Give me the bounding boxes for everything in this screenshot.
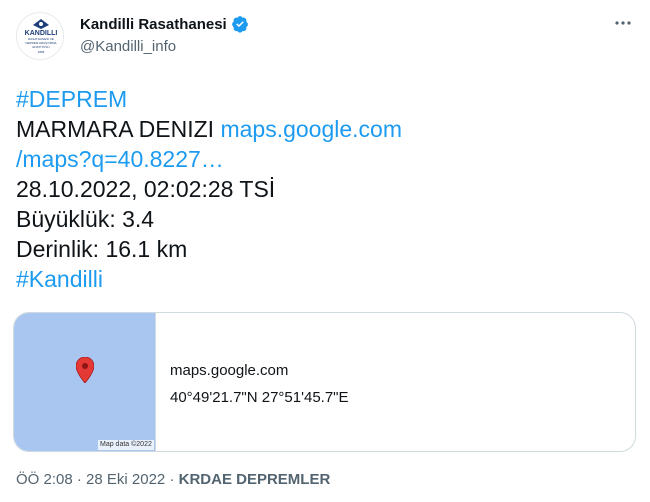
tweet-date[interactable]: 28 Eki 2022 <box>86 471 165 488</box>
map-pin-icon <box>76 357 94 383</box>
datetime-text: 28.10.2022, 02:02:28 TSİ <box>16 176 276 202</box>
user-handle[interactable]: @Kandilli_info <box>80 38 176 55</box>
more-options-icon[interactable] <box>612 12 634 34</box>
kandilli-logo-icon: KANDILLI RASATHANESI VE DEPREM ARAŞTIRMA… <box>17 13 63 59</box>
svg-text:1868: 1868 <box>38 50 45 54</box>
hashtag-kandilli[interactable]: #Kandilli <box>16 266 103 292</box>
avatar[interactable]: KANDILLI RASATHANESI VE DEPREM ARAŞTIRMA… <box>16 12 64 60</box>
location-text: MARMARA DENIZI <box>16 116 215 142</box>
tweet-source[interactable]: KRDAE DEPREMLER <box>179 471 331 488</box>
magnitude-text: Büyüklük: 3.4 <box>16 206 155 232</box>
map-thumbnail[interactable]: Map data ©2022 <box>14 313 156 451</box>
card-domain: maps.google.com <box>170 362 289 379</box>
display-name[interactable]: Kandilli Rasathanesi <box>80 16 227 33</box>
card-text: maps.google.com 40°49'21.7"N 27°51'45.7"… <box>170 361 349 408</box>
tweet-meta: ÖÖ 2:08 · 28 Eki 2022 · KRDAE DEPREMLER <box>16 471 331 488</box>
tweet: KANDILLI RASATHANESI VE DEPREM ARAŞTIRMA… <box>0 0 650 502</box>
tweet-time[interactable]: ÖÖ 2:08 <box>16 471 73 488</box>
verified-badge-icon <box>231 15 249 33</box>
maps-link-path[interactable]: /maps?q=40.8227… <box>16 146 224 172</box>
hashtag-deprem[interactable]: #DEPREM <box>16 86 127 112</box>
tweet-text: #DEPREM MARMARA DENIZI maps.google.com /… <box>16 84 636 294</box>
link-preview-card[interactable]: Map data ©2022 maps.google.com 40°49'21.… <box>13 312 636 452</box>
avatar-text-1: KANDILLI <box>25 30 58 37</box>
svg-text:ENSTİTÜSÜ: ENSTİTÜSÜ <box>32 44 49 49</box>
maps-link-domain[interactable]: maps.google.com <box>220 116 402 142</box>
card-coordinates: 40°49'21.7"N 27°51'45.7"E <box>170 389 349 406</box>
depth-text: Derinlik: 16.1 km <box>16 236 188 262</box>
map-credit: Map data ©2022 <box>98 440 154 450</box>
display-name-row[interactable]: Kandilli Rasathanesi <box>80 15 249 33</box>
